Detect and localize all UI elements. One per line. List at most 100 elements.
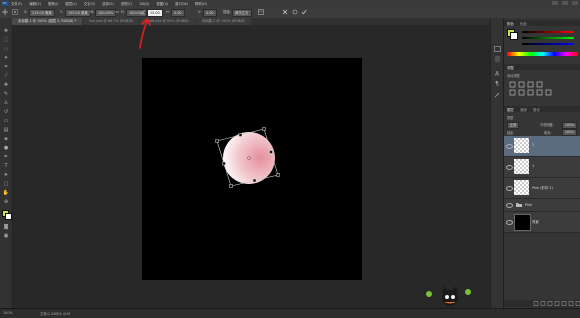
vibrance-adjust-icon[interactable] — [509, 89, 516, 96]
tab-adjustments[interactable]: 调整 — [507, 65, 514, 70]
commit-transform-icon[interactable] — [301, 9, 307, 15]
layer-name[interactable]: 2 — [532, 143, 534, 147]
zoom-level[interactable]: 100% — [3, 311, 13, 315]
stamp-tool-icon[interactable]: ♙ — [2, 100, 10, 106]
undo-icon[interactable] — [292, 9, 298, 15]
link-layers-icon[interactable] — [533, 301, 539, 306]
blur-tool-icon[interactable]: ◈ — [2, 136, 10, 142]
new-group-icon[interactable] — [561, 301, 567, 306]
dodge-tool-icon[interactable]: ● — [2, 145, 10, 151]
adjustment-layer-icon[interactable] — [554, 301, 560, 306]
eye-icon[interactable] — [506, 220, 513, 225]
v-skew-field[interactable]: 0.00 — [203, 9, 217, 17]
background-color-swatch[interactable] — [5, 213, 12, 220]
document-tab[interactable]: 未标题-2 @ 100% (RGB/8) — [195, 18, 251, 25]
layer-row[interactable]: Pink (形状 2) — [504, 178, 580, 199]
bw-adjust-icon[interactable] — [536, 89, 543, 96]
maximize-button[interactable] — [562, 1, 568, 5]
width-field[interactable]: 100.00% — [95, 9, 117, 17]
x-field[interactable]: 219.00 像素 — [29, 9, 55, 17]
transform-handle[interactable] — [269, 150, 273, 154]
transform-handle[interactable] — [238, 133, 243, 137]
transform-handle[interactable] — [276, 173, 280, 177]
eye-icon[interactable] — [506, 203, 513, 208]
character-panel-icon[interactable]: A — [494, 70, 501, 77]
layer-name[interactable]: Pink — [525, 203, 532, 207]
transform-handle[interactable] — [262, 127, 266, 131]
menu-filter[interactable]: 滤镜(T) — [121, 1, 133, 6]
hand-tool-icon[interactable]: ✋ — [2, 190, 10, 196]
properties-panel-icon[interactable] — [494, 56, 501, 62]
eyedropper-tool-icon[interactable]: ⁄ — [2, 73, 10, 79]
brush-panel-icon[interactable] — [494, 92, 501, 98]
screen-mode-icon[interactable]: ▣ — [2, 233, 10, 239]
tab-color[interactable]: 颜色 — [507, 21, 514, 26]
color-bg-swatch[interactable] — [510, 32, 518, 40]
blend-mode-select[interactable]: 正常 — [507, 122, 520, 129]
menu-3d[interactable]: 3D(D) — [139, 2, 149, 6]
move-tool-icon[interactable] — [2, 9, 8, 15]
link-icon[interactable] — [114, 9, 120, 15]
zoom-tool-icon[interactable]: ⊕ — [2, 199, 10, 205]
transform-handle[interactable] — [222, 161, 226, 166]
mask-icon[interactable] — [547, 301, 553, 306]
minimize-button[interactable] — [552, 1, 558, 5]
marquee-tool-icon[interactable]: ⬚ — [2, 37, 10, 43]
close-button[interactable] — [572, 1, 578, 5]
quick-mask-icon[interactable]: ◙ — [2, 224, 10, 230]
tab-channels[interactable]: 通道 — [520, 107, 527, 112]
brush-tool-icon[interactable]: ✎ — [2, 91, 10, 97]
history-brush-tool-icon[interactable]: ↺ — [2, 109, 10, 115]
paragraph-panel-icon[interactable]: ¶ — [494, 80, 501, 87]
reference-point-icon[interactable] — [12, 9, 18, 15]
menu-layer[interactable]: 图层(L) — [65, 1, 76, 6]
color-balance-adjust-icon[interactable] — [527, 89, 534, 96]
menu-image[interactable]: 图像(I) — [48, 1, 58, 6]
layer-name[interactable]: 1 — [532, 164, 534, 168]
menu-help[interactable]: 帮助(H) — [195, 1, 207, 6]
tab-paths[interactable]: 路径 — [533, 107, 540, 112]
magic-wand-tool-icon[interactable]: ✦ — [2, 55, 10, 61]
layer-row[interactable]: 1 — [504, 157, 580, 178]
fx-icon[interactable] — [540, 301, 546, 306]
exposure-adjust-icon[interactable] — [536, 81, 543, 88]
healing-tool-icon[interactable]: ✚ — [2, 82, 10, 88]
new-layer-icon[interactable] — [568, 301, 574, 306]
delete-layer-icon[interactable] — [575, 301, 580, 306]
crop-tool-icon[interactable]: ⌗ — [2, 64, 10, 70]
eye-icon[interactable] — [506, 186, 513, 191]
red-slider[interactable] — [522, 31, 574, 33]
menu-select[interactable]: 选择(S) — [102, 1, 114, 6]
layer-filter-select[interactable]: 类型 — [507, 115, 513, 120]
eye-icon[interactable] — [506, 165, 513, 170]
lasso-tool-icon[interactable]: ◌ — [2, 46, 10, 52]
eye-icon[interactable] — [506, 144, 513, 149]
transform-handle[interactable] — [215, 139, 219, 143]
tab-layers[interactable]: 图层 — [507, 107, 514, 112]
layer-group-row[interactable]: Pink — [504, 199, 580, 212]
menu-view[interactable]: 视图(V) — [156, 1, 168, 6]
gradient-tool-icon[interactable]: ▤ — [2, 127, 10, 133]
levels-adjust-icon[interactable] — [518, 81, 525, 88]
warp-mode-icon[interactable] — [258, 9, 264, 15]
cancel-transform-icon[interactable] — [282, 9, 288, 15]
layer-name[interactable]: 背景 — [532, 219, 539, 224]
y-field[interactable]: 155.00 像素 — [65, 9, 91, 17]
interpolation-select[interactable]: 两次立方 — [232, 9, 252, 17]
menu-type[interactable]: 文字(Y) — [84, 1, 96, 6]
menu-edit[interactable]: 编辑(E) — [29, 1, 41, 6]
layer-row[interactable]: 2 — [504, 136, 580, 157]
blue-slider[interactable] — [522, 43, 574, 45]
pen-tool-icon[interactable]: ✒ — [2, 154, 10, 160]
eraser-tool-icon[interactable]: ▭ — [2, 118, 10, 124]
brightness-adjust-icon[interactable] — [509, 81, 516, 88]
opacity-field[interactable]: 100% — [562, 122, 578, 129]
transform-handle[interactable] — [252, 178, 257, 183]
document-tab[interactable]: 未标题-1 @ 100% (图层 3, RGB/8) * — [12, 18, 83, 25]
menu-file[interactable]: 文件(F) — [11, 1, 22, 6]
curves-adjust-icon[interactable] — [527, 81, 534, 88]
path-selection-tool-icon[interactable]: ➤ — [2, 172, 10, 178]
green-slider[interactable] — [522, 37, 574, 39]
shape-tool-icon[interactable]: ▢ — [2, 181, 10, 187]
transform-handle[interactable] — [229, 184, 233, 188]
